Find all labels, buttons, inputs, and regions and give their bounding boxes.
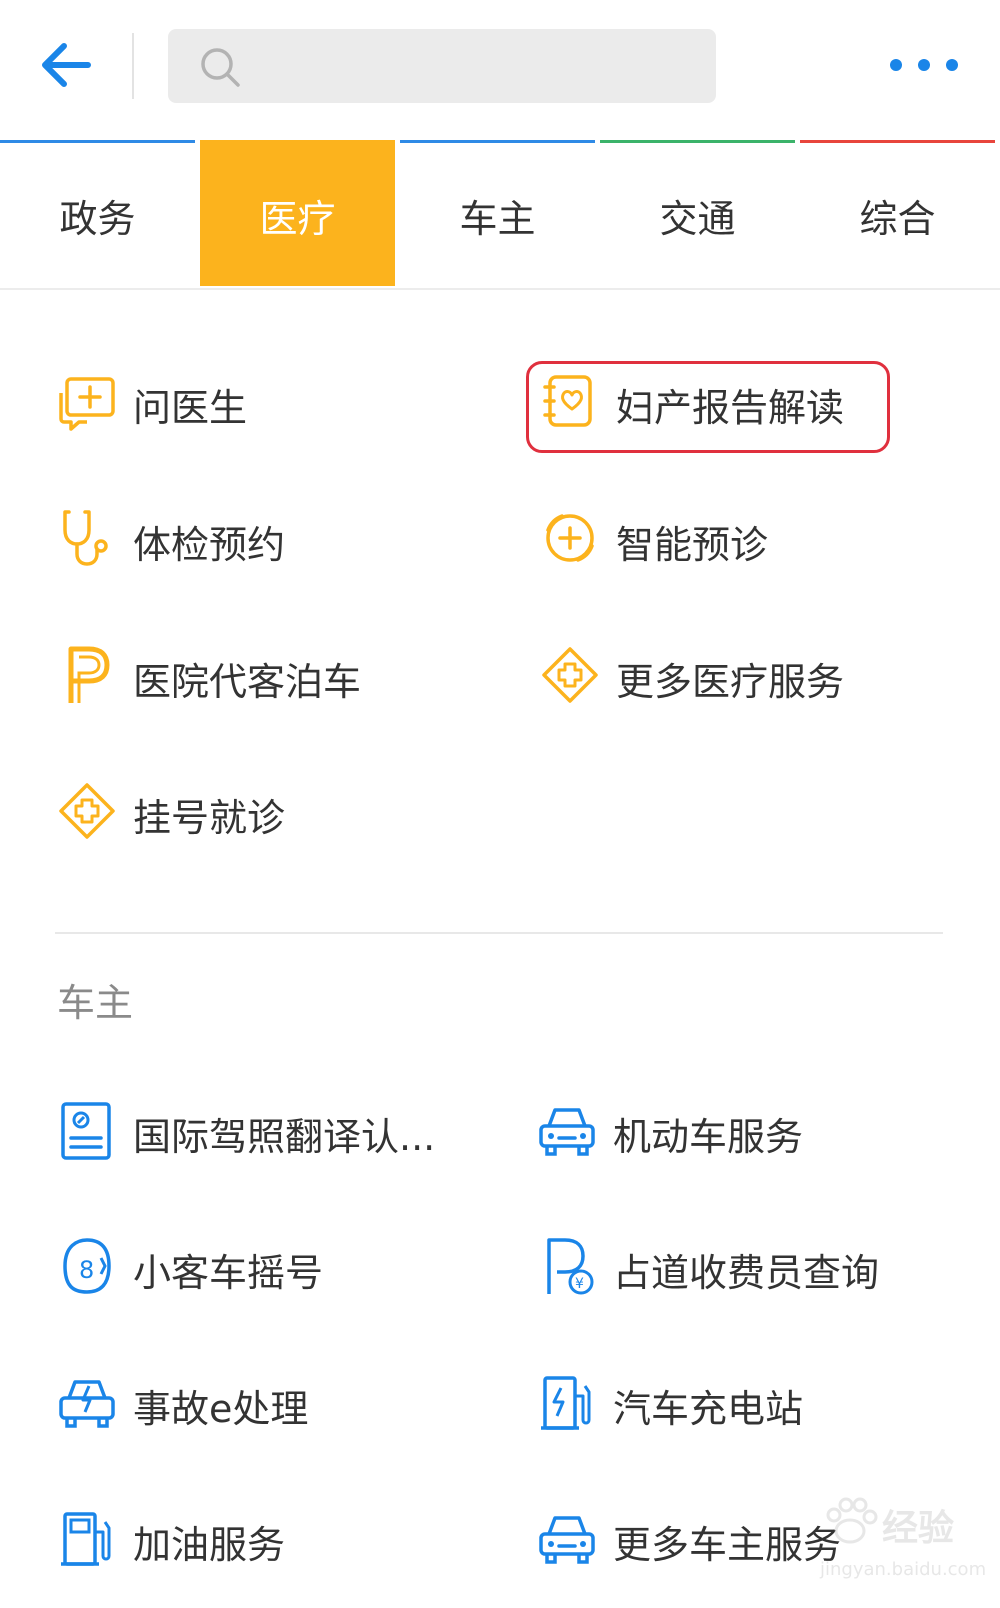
tab-bar [800, 140, 995, 143]
back-arrow-icon [42, 43, 91, 87]
service-checkup-appointment[interactable]: 体检预约 [57, 498, 437, 578]
tab-car-owner[interactable]: 车主 [400, 140, 595, 286]
stethoscope-icon [63, 510, 108, 566]
service-label: 更多医疗服务 [616, 660, 845, 704]
service-label: 智能预诊 [616, 523, 769, 567]
service-car-lottery[interactable]: 8 小客车摇号 [57, 1226, 437, 1306]
tab-label: 交通 [659, 197, 736, 241]
medical-circle-icon [546, 514, 594, 562]
tab-medical[interactable]: 医疗 [200, 140, 395, 286]
top-bar [0, 0, 1000, 134]
service-registration[interactable]: 挂号就诊 [57, 771, 437, 851]
more-dot-icon [918, 59, 930, 71]
service-gas-station[interactable]: 加油服务 [57, 1498, 437, 1578]
service-label: 国际驾照翻译认... [133, 1115, 436, 1159]
service-charging-station[interactable]: 汽车充电站 [537, 1362, 867, 1442]
license-doc-icon [61, 1102, 111, 1160]
service-parking-fee-collector-query[interactable]: ¥ 占道收费员查询 [537, 1226, 917, 1306]
service-intl-license-translation[interactable]: 国际驾照翻译认... [57, 1090, 477, 1170]
car-icon [539, 1108, 595, 1156]
service-label: 事故e处理 [133, 1387, 309, 1431]
search-icon [201, 48, 240, 87]
watermark-text: 经验 [882, 1508, 955, 1549]
service-label: 更多车主服务 [613, 1523, 842, 1567]
tab-government[interactable]: 政务 [0, 140, 195, 286]
tab-bar [400, 140, 595, 143]
service-more-medical[interactable]: 更多医疗服务 [540, 635, 870, 715]
service-label: 挂号就诊 [133, 796, 286, 840]
category-tabs: 政务 医疗 车主 交通 综合 [0, 140, 1000, 288]
medical-cross-diamond-icon [59, 783, 115, 839]
highlight-box [526, 361, 890, 453]
service-label: 小客车摇号 [133, 1251, 324, 1295]
more-dot-icon [890, 59, 902, 71]
tab-general[interactable]: 综合 [800, 140, 995, 286]
service-accident-handling[interactable]: 事故e处理 [57, 1362, 437, 1442]
service-label: 占道收费员查询 [613, 1251, 880, 1295]
car-accident-icon [59, 1380, 115, 1428]
tabs-divider [0, 288, 1000, 290]
search-input[interactable] [258, 39, 702, 95]
svg-text:8: 8 [79, 1256, 94, 1284]
charging-station-icon [541, 1376, 591, 1430]
more-options-button[interactable] [880, 50, 970, 80]
service-motor-vehicle[interactable]: 机动车服务 [537, 1090, 867, 1170]
service-label: 汽车充电站 [613, 1387, 804, 1431]
svg-text:¥: ¥ [575, 1276, 584, 1292]
service-label: 问医生 [133, 386, 248, 430]
parking-fee-icon: ¥ [547, 1238, 594, 1295]
service-more-car-owner[interactable]: 更多车主服务 [537, 1498, 867, 1578]
section-divider [55, 932, 943, 934]
back-button[interactable] [30, 30, 100, 100]
tab-label: 综合 [859, 197, 936, 241]
tab-traffic[interactable]: 交通 [600, 140, 795, 286]
more-dot-icon [946, 59, 958, 71]
gas-station-icon [61, 1512, 111, 1566]
service-label: 加油服务 [133, 1523, 286, 1567]
tab-bar [600, 140, 795, 143]
car-icon [539, 1516, 595, 1564]
watermark: 经验 jingyan.baidu.com [820, 1493, 986, 1593]
service-label: 体检预约 [133, 523, 286, 567]
lottery-8-icon: 8 [63, 1238, 111, 1294]
search-box[interactable] [168, 29, 716, 103]
tab-bar [0, 140, 195, 143]
paw-logo-icon [826, 1497, 878, 1544]
tab-label: 政务 [59, 197, 136, 241]
chat-plus-icon [59, 377, 115, 431]
tab-label: 医疗 [259, 197, 336, 241]
service-ask-doctor[interactable]: 问医生 [57, 361, 437, 441]
header-divider [132, 33, 134, 99]
medical-cross-diamond-icon [542, 647, 598, 703]
service-label: 机动车服务 [613, 1115, 804, 1159]
watermark-url: jingyan.baidu.com [820, 1559, 987, 1580]
section-title-car-owner: 车主 [57, 981, 134, 1025]
service-label: 医院代客泊车 [133, 660, 362, 704]
tab-label: 车主 [459, 197, 536, 241]
service-smart-prediagnosis[interactable]: 智能预诊 [540, 498, 870, 578]
parking-icon [68, 646, 110, 703]
service-hospital-valet-parking[interactable]: 医院代客泊车 [57, 635, 477, 715]
